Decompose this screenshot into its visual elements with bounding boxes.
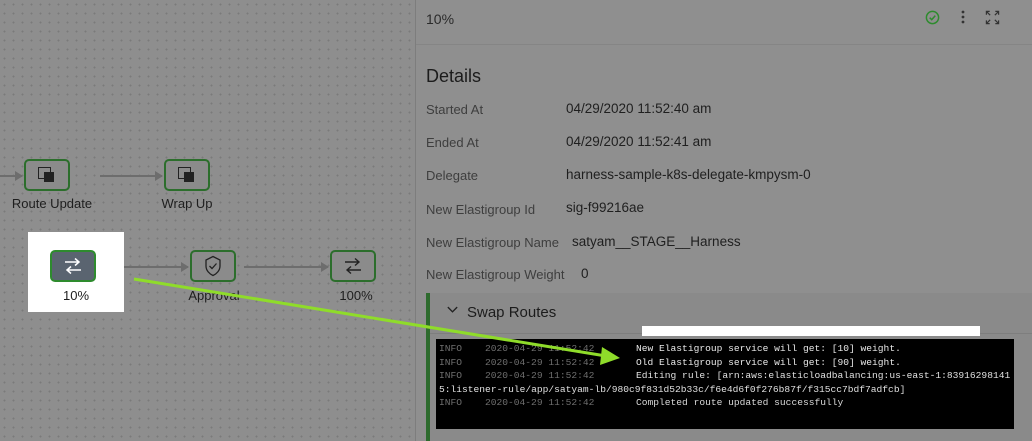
- log-time: 2020-04-29 11:52:42: [485, 356, 595, 368]
- log-line: INFO 2020-04-29 11:52:42 Old Elastigroup s…: [439, 356, 1014, 370]
- elastigroup-id-label: New Elastigroup Id: [426, 202, 536, 217]
- connector: [0, 171, 23, 181]
- log-level: INFO: [439, 343, 463, 354]
- details-panel: 10% Details Started At 04/29/2020 11:52:…: [416, 0, 1032, 441]
- panel-title: 10%: [426, 11, 455, 27]
- log-time: 2020-04-29 11:52:42: [485, 397, 595, 409]
- node-label-100-percent: 100%: [339, 288, 373, 303]
- log-line: INFO 2020-04-29 11:52:42 Completed route u…: [439, 396, 1014, 410]
- log-line: INFO 2020-04-29 11:52:42 New Elastigroup s…: [439, 342, 1014, 356]
- log-output: INFO 2020-04-29 11:52:42 New Elastigroup s…: [436, 339, 1014, 429]
- connector: [244, 262, 329, 272]
- more-vertical-icon[interactable]: [954, 8, 972, 26]
- connector: [100, 171, 163, 181]
- expand-icon[interactable]: [983, 8, 1001, 26]
- chevron-down-icon[interactable]: [446, 303, 459, 319]
- node-label-10-percent: 10%: [62, 288, 90, 303]
- swap-routes-title: Swap Routes: [467, 304, 557, 321]
- ended-at-value: 04/29/2020 11:52:41 am: [566, 134, 712, 149]
- elastigroup-weight-value: 0: [581, 266, 589, 281]
- check-circle-icon: [923, 8, 941, 26]
- delegate-value: harness-sample-k8s-delegate-kmpysm-0: [566, 167, 811, 182]
- node-route-update[interactable]: [24, 159, 70, 191]
- log-level: INFO: [439, 397, 463, 409]
- elastigroup-id-value: sig-f99216ae: [566, 200, 645, 215]
- node-100-percent[interactable]: [330, 250, 376, 282]
- log-message: Completed route updated successfully: [636, 397, 844, 409]
- swap-arrows-icon: [345, 257, 361, 275]
- delegate-label: Delegate: [426, 168, 479, 183]
- node-label-approval: Approval: [188, 288, 240, 303]
- log-time: 2020-04-29 11:52:42: [485, 343, 595, 354]
- log-level: INFO: [439, 356, 463, 368]
- log-time: 2020-04-29 11:52:42: [485, 370, 595, 382]
- node-10-percent[interactable]: [50, 250, 96, 282]
- log-line: INFO 2020-04-29 11:52:42 Editing rule: [ar…: [439, 369, 1014, 396]
- shield-check-icon: [205, 255, 221, 277]
- log-level: INFO: [439, 370, 463, 382]
- started-at-value: 04/29/2020 11:52:40 am: [566, 101, 712, 116]
- log-message: Old Elastigroup service will get: [90] w…: [636, 356, 901, 368]
- elastigroup-weight-label: New Elastigroup Weight: [426, 267, 565, 282]
- ended-at-label: Ended At: [426, 135, 479, 150]
- started-at-label: Started At: [426, 102, 484, 117]
- swap-arrows-icon: [65, 257, 81, 275]
- node-label-route-update: Route Update: [11, 196, 93, 211]
- split-square-icon: [178, 166, 196, 184]
- node-label-wrap-up: Wrap Up: [161, 196, 213, 211]
- elastigroup-name-label: New Elastigroup Name: [426, 235, 559, 250]
- split-square-icon: [38, 166, 56, 184]
- workflow-canvas: Route Update Wrap Up 10% Approval 100%: [0, 0, 416, 441]
- panel-header: 10%: [416, 0, 1032, 45]
- node-wrap-up[interactable]: [164, 159, 210, 191]
- log-message: New Elastigroup service will get: [10] w…: [636, 343, 901, 354]
- node-approval[interactable]: [190, 250, 236, 282]
- elastigroup-name-value: satyam__STAGE__Harness: [572, 234, 741, 249]
- details-heading: Details: [426, 66, 482, 86]
- highlight-strip: [642, 326, 980, 336]
